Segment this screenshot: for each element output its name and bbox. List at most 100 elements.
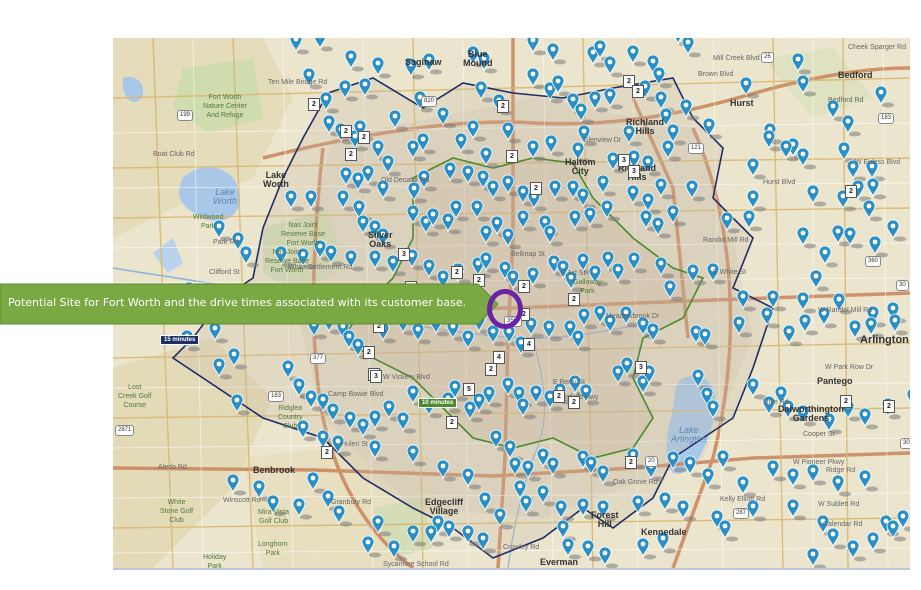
place-label: Haltom City <box>565 157 596 176</box>
road-label: Calendar Rd <box>823 521 863 528</box>
road-label: Oak Grove Rd <box>613 479 658 486</box>
count-badge: 2 <box>497 100 509 113</box>
count-badge: 2 <box>485 363 497 376</box>
count-badge: 2 <box>530 182 542 195</box>
count-badge: 2 <box>553 390 565 403</box>
place-label: White Stone Golf Club <box>160 499 194 524</box>
count-badge: 3 <box>398 248 410 261</box>
callout-text: Potential Site for Fort Worth and the dr… <box>8 296 467 309</box>
road-label: Hulen St <box>341 441 368 448</box>
highway-shield: 183 <box>878 113 895 124</box>
road-label: Meadowbrook Dr <box>606 313 660 320</box>
place-label: Blue Mound <box>463 49 493 68</box>
highway-shield: 360 <box>865 256 882 267</box>
road-label: W Randol Mill Rd <box>818 307 873 314</box>
count-badge: 2 <box>446 416 458 429</box>
count-badge: 2 <box>625 456 637 469</box>
highway-shield: 2871 <box>115 425 135 436</box>
place-label: Richland Hills <box>626 117 665 136</box>
drive-time-label-15: 15 minutes <box>160 335 200 345</box>
highway-shield: 199 <box>177 110 194 121</box>
place-label: Everman <box>540 557 579 567</box>
place-label: Mira Vista Golf Club <box>258 509 289 525</box>
count-badge: 2 <box>845 185 857 198</box>
count-badge: 4 <box>493 351 505 364</box>
drive-time-label-10: 10 minutes <box>418 398 458 408</box>
count-badge: 3 <box>370 370 382 383</box>
count-badge: 2 <box>568 293 580 306</box>
road-label: Brown Blvd <box>698 71 734 78</box>
potential-site-marker[interactable] <box>487 289 523 329</box>
road-label: Little Rd <box>763 399 789 406</box>
road-label: E Berry St <box>553 379 585 386</box>
place-label: Longhorn Park <box>258 541 288 557</box>
highway-shield: 30 <box>896 280 909 291</box>
count-badge: 2 <box>321 446 333 459</box>
place-label: Ridglea Country Club <box>278 405 303 430</box>
road-label: Hurst Blvd <box>763 179 796 186</box>
road-label: Crowley Rd <box>503 544 540 551</box>
highway-shield: 20 <box>645 456 658 467</box>
road-label: Bedford Rd <box>828 97 864 104</box>
road-label: E White St <box>713 269 747 276</box>
road-label: W Sublett Rd <box>818 501 860 508</box>
count-badge: 2 <box>345 148 357 161</box>
count-badge: 2 <box>340 125 352 138</box>
road-label: Ridge Rd <box>826 467 856 474</box>
count-badge: 3 <box>628 165 640 178</box>
road-label: Clifford St <box>209 269 240 276</box>
highway-shield: 377 <box>310 353 327 364</box>
count-badge: 3 <box>635 361 647 374</box>
place-label: Bedford <box>838 70 873 80</box>
place-label: Benbrook <box>253 465 296 475</box>
place-label: Hurst <box>730 98 754 108</box>
road-label: Winscott Rd <box>223 497 261 504</box>
place-label: Fort Worth Nature Center And Refuge <box>203 94 247 119</box>
road-label: Glenview Dr <box>583 137 622 144</box>
count-badge: 2 <box>568 396 580 409</box>
road-label: Kelly Elliott Rd <box>720 496 766 503</box>
place-label: Pantego <box>817 376 853 386</box>
count-badge: 2 <box>518 280 530 293</box>
place-label: Silver Oaks <box>368 230 393 249</box>
road-label: Cheek Sparger Rd <box>848 44 906 51</box>
count-badge: 2 <box>840 395 852 408</box>
road-label: Belknap St <box>511 251 545 258</box>
count-badge: 2 <box>358 131 370 144</box>
place-label: Lake Arlington <box>671 425 707 444</box>
place-label: Lake Worth <box>263 170 289 189</box>
road-label: Boat Club Rd <box>153 151 195 158</box>
highway-shield: 183 <box>268 391 285 402</box>
road-label: Old Decatur Rd <box>381 177 430 184</box>
highway-shield: 287 <box>733 508 750 519</box>
road-label: Randol Mill Rd <box>703 237 749 244</box>
place-label: Holiday Park <box>203 554 227 570</box>
count-badge: 2 <box>308 98 320 111</box>
place-label: Dalworthington Gardens <box>778 404 844 423</box>
place-label: Arlington <box>860 334 909 346</box>
road-label: Cooper St <box>803 431 835 438</box>
road-label: Sycamore School Rd <box>383 561 449 568</box>
count-badge: 2 <box>451 266 463 279</box>
count-badge: 5 <box>463 383 475 396</box>
count-badge: 2 <box>632 85 644 98</box>
road-label: W Euless Blvd <box>855 159 901 166</box>
highway-shield: 820 <box>421 96 438 107</box>
road-label: Camp Bowie Blvd <box>328 391 384 398</box>
place-label: Edgecliff Village <box>425 497 464 516</box>
road-label: Granbury Rd <box>331 499 372 506</box>
road-label: E 1st St <box>561 270 586 277</box>
count-badge: 2 <box>506 150 518 163</box>
site-callout: Potential Site for Fort Worth and the dr… <box>0 283 500 325</box>
place-label: Saginaw <box>405 57 442 67</box>
road-label: White Settlement Rd <box>288 264 353 271</box>
road-label: Aledo Rd <box>158 464 187 471</box>
place-label: Nas Joint Reserve Base Fort Worth <box>281 222 325 247</box>
road-label: W Vickery Blvd <box>383 374 430 381</box>
road-label: Mill Creek Blvd <box>713 55 760 62</box>
place-label: Forest Hill <box>591 510 619 529</box>
road-label: Park Rd <box>213 239 239 246</box>
highway-shield: 121 <box>688 143 705 154</box>
place-label: Lost Creek Golf Course <box>118 384 152 409</box>
place-label: Wildwood Park <box>193 214 224 230</box>
